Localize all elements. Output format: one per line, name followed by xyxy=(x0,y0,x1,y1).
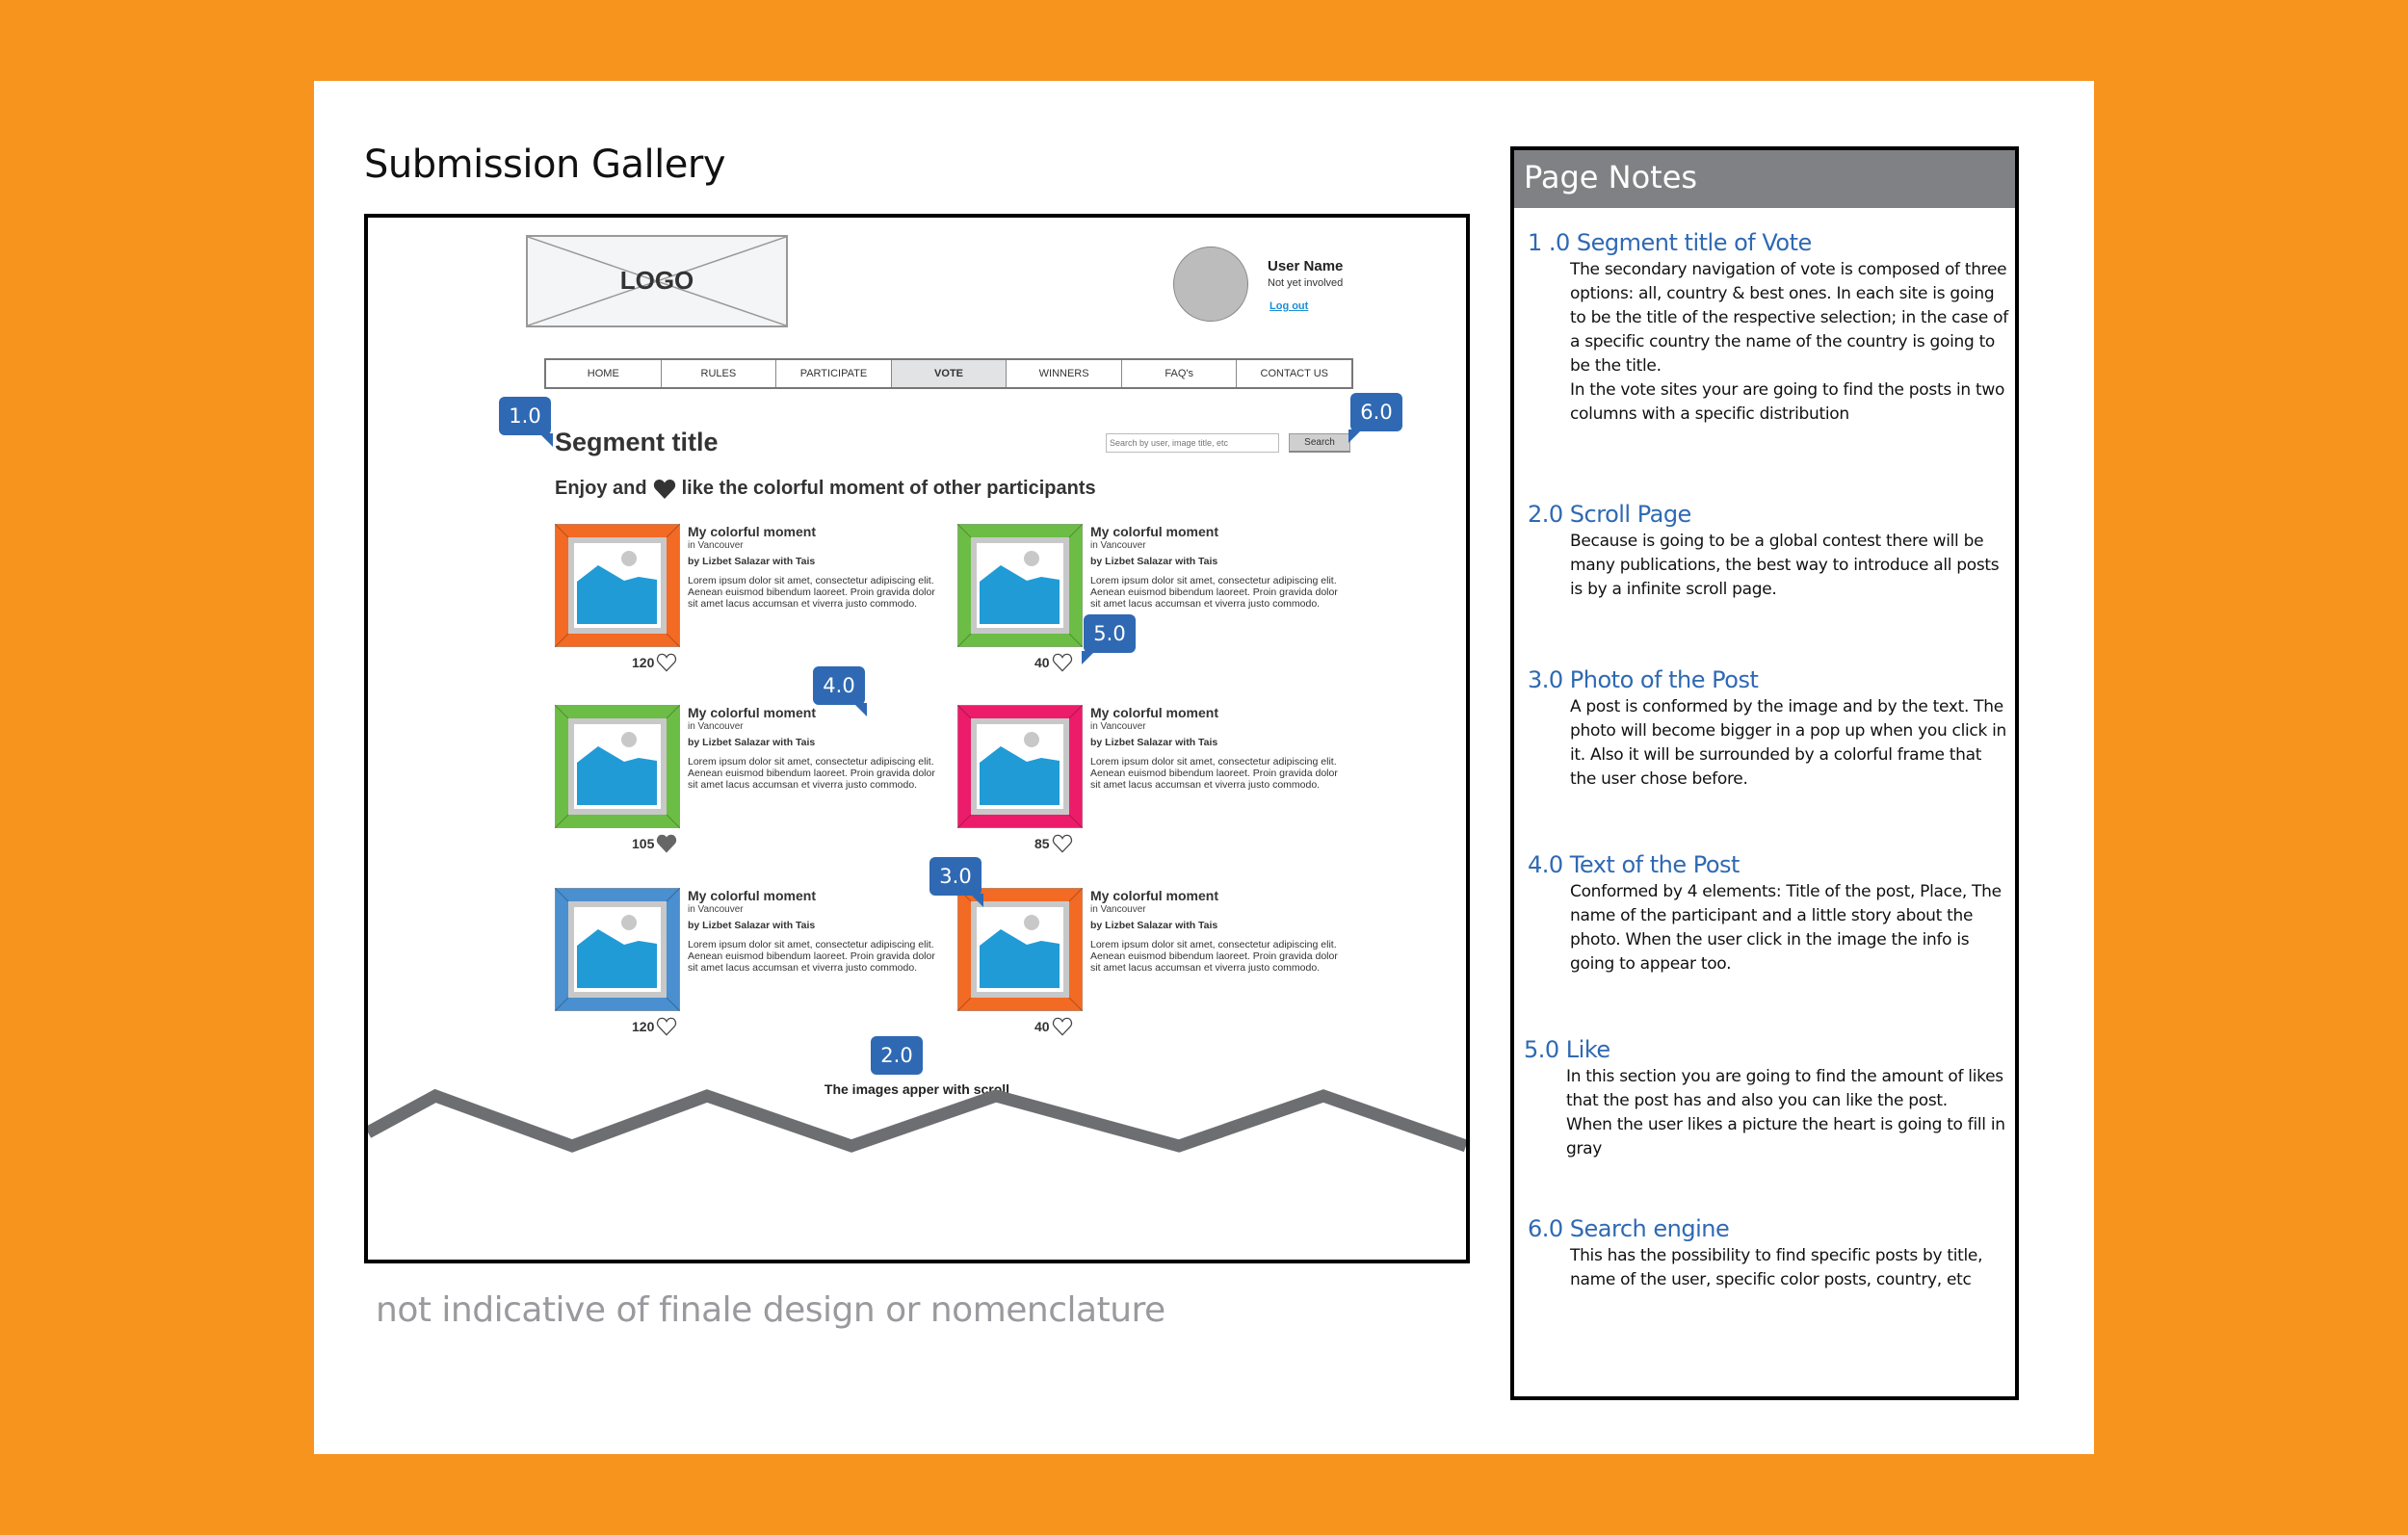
note-scroll-page: 2.0 Scroll Page Because is going to be a… xyxy=(1528,501,2009,602)
note-segment-title: 1 .0 Segment title of Vote The secondary… xyxy=(1528,229,2009,427)
note-body: Conformed by 4 elements: Title of the po… xyxy=(1570,882,2002,974)
document-title: Submission Gallery xyxy=(364,143,726,187)
note-body: A post is conformed by the image and by … xyxy=(1570,697,2007,789)
note-search-engine: 6.0 Search engine This has the possibili… xyxy=(1528,1215,2009,1292)
wireframe-canvas: LOGO User Name Not yet involved Log out … xyxy=(368,218,1466,1260)
note-heading: 6.0 Search engine xyxy=(1528,1215,1730,1242)
note-like: 5.0 Like In this section you are going t… xyxy=(1524,1036,2005,1161)
annotation-badge-segment: 1.0 xyxy=(499,397,553,447)
note-heading: 4.0 Text of the Post xyxy=(1528,851,1740,878)
disclaimer: not indicative of finale design or nomen… xyxy=(376,1290,1165,1330)
note-heading: 5.0 Like xyxy=(1524,1036,1610,1063)
note-heading: 1 .0 Segment title of Vote xyxy=(1528,229,1812,256)
annotation-badge-text: 4.0 xyxy=(813,666,867,716)
annotation-badge-scroll: 2.0 xyxy=(871,1036,923,1075)
annotation-badge-photo: 3.0 xyxy=(929,857,983,907)
note-heading: 2.0 Scroll Page xyxy=(1528,501,1691,528)
page-continues-zigzag xyxy=(368,1088,1466,1153)
note-body: In this section you are going to find th… xyxy=(1566,1067,2005,1158)
annotation-badge-like: 5.0 xyxy=(1082,614,1136,664)
note-body: Because is going to be a global contest … xyxy=(1570,532,2000,599)
note-photo-of-post: 3.0 Photo of the Post A post is conforme… xyxy=(1528,666,2009,792)
note-text-of-post: 4.0 Text of the Post Conformed by 4 elem… xyxy=(1528,851,2009,976)
note-body: The secondary navigation of vote is comp… xyxy=(1570,260,2008,424)
page-notes-panel: Page Notes 1 .0 Segment title of Vote Th… xyxy=(1510,146,2019,1400)
note-body: This has the possibility to find specifi… xyxy=(1570,1246,1983,1289)
note-heading: 3.0 Photo of the Post xyxy=(1528,666,1759,693)
page-notes-header: Page Notes xyxy=(1514,150,2015,208)
wireframe-frame: LOGO User Name Not yet involved Log out … xyxy=(364,214,1470,1263)
annotation-badge-search: 6.0 xyxy=(1348,393,1402,443)
